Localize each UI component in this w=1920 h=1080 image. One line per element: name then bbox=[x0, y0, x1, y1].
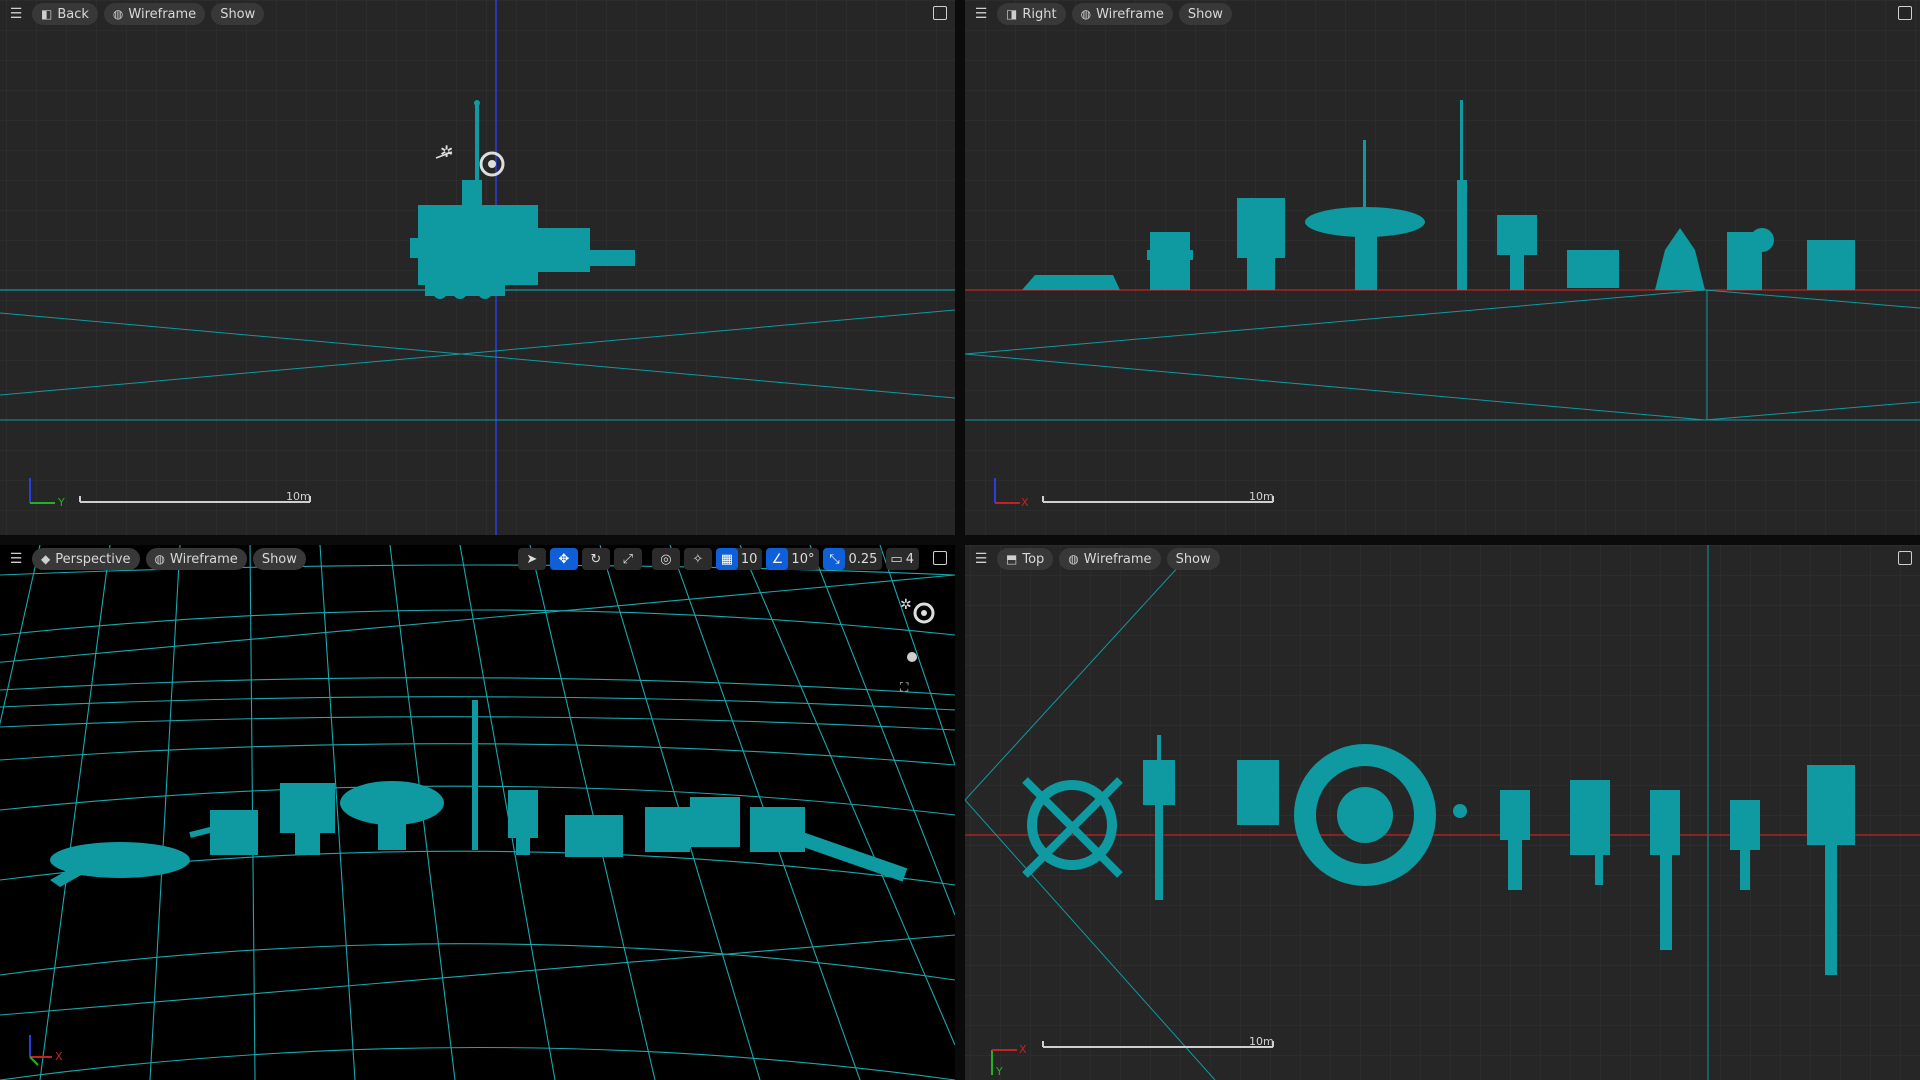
view-mode-label: Wireframe bbox=[1083, 551, 1152, 567]
view-mode-button[interactable]: ◍ Wireframe bbox=[1071, 3, 1173, 25]
view-mode-label: Wireframe bbox=[1096, 6, 1164, 22]
axis-label-h: X bbox=[1019, 1043, 1027, 1056]
view-icon: ◧ bbox=[41, 7, 53, 21]
axis-label-h: Y bbox=[58, 496, 65, 509]
viewport-toolbar: ☰ ◨ Right ◍ Wireframe Show bbox=[965, 0, 1920, 28]
show-button[interactable]: Show bbox=[252, 548, 306, 570]
axis-label-h: X bbox=[55, 1050, 63, 1063]
back-scene: ✲ bbox=[0, 0, 955, 535]
grid-snap-icon: ▦ bbox=[715, 548, 738, 570]
select-icon[interactable]: ➤ bbox=[517, 548, 546, 570]
view-type-button[interactable]: ◆ Perspective bbox=[32, 548, 140, 570]
surface-snap-icon[interactable]: ✧ bbox=[683, 548, 712, 570]
grid-snap-toggle[interactable]: ▦ 10 bbox=[715, 548, 763, 570]
view-type-label: Back bbox=[57, 6, 89, 22]
maximize-icon[interactable] bbox=[933, 6, 947, 20]
view-type-label: Top bbox=[1022, 551, 1045, 567]
view-mode-button[interactable]: ◍ Wireframe bbox=[145, 548, 247, 570]
wireframe-icon: ◍ bbox=[1068, 552, 1079, 566]
viewport-top[interactable]: X Y 10m ☰ ⬒ Top ◍ Wireframe Show bbox=[965, 545, 1920, 1080]
wireframe-icon: ◍ bbox=[1080, 7, 1092, 21]
view-mode-label: Wireframe bbox=[128, 6, 197, 22]
grid-snap-value: 10 bbox=[740, 551, 758, 567]
viewport-back[interactable]: ✲ Y 10m ☰ ◧ Back ◍ Wireframe Show bbox=[0, 0, 955, 535]
rotate-icon[interactable]: ↻ bbox=[581, 548, 610, 570]
top-scene bbox=[965, 545, 1920, 1080]
scale-snap-value: 0.25 bbox=[848, 551, 878, 567]
cube-icon: ◆ bbox=[41, 552, 51, 566]
translate-icon[interactable]: ✥ bbox=[549, 548, 578, 570]
menu-icon[interactable]: ☰ bbox=[6, 549, 26, 569]
view-mode-button[interactable]: ◍ Wireframe bbox=[1059, 548, 1161, 570]
viewport-toolbar: ☰ ⬒ Top ◍ Wireframe Show bbox=[965, 545, 1920, 573]
wireframe-icon: ◍ bbox=[112, 7, 124, 21]
scale-icon[interactable]: ⤢ bbox=[613, 548, 642, 570]
camera-speed-button[interactable]: ▭ 4 bbox=[886, 548, 919, 570]
show-label: Show bbox=[220, 6, 256, 22]
maximize-icon[interactable] bbox=[1898, 551, 1912, 565]
rotation-snap-value: 10° bbox=[791, 551, 815, 567]
view-type-button[interactable]: ◨ Right bbox=[997, 3, 1066, 25]
right-scene bbox=[965, 0, 1920, 535]
view-type-button[interactable]: ◧ Back bbox=[32, 3, 98, 25]
view-type-label: Perspective bbox=[55, 551, 131, 567]
axis-label-v: Y bbox=[996, 1065, 1003, 1078]
show-button[interactable]: Show bbox=[1178, 3, 1232, 25]
maximize-icon[interactable] bbox=[933, 551, 947, 565]
view-icon: ◨ bbox=[1006, 7, 1018, 21]
view-mode-label: Wireframe bbox=[170, 551, 238, 567]
scale-snap-icon: ⤡ bbox=[823, 548, 846, 570]
viewport-right[interactable]: X 10m ☰ ◨ Right ◍ Wireframe Show bbox=[965, 0, 1920, 535]
world-icon[interactable]: ◎ bbox=[651, 548, 680, 570]
transform-toolbar: ➤ ✥ ↻ ⤢ ◎ ✧ ▦ 10 ∠ 10° ⤡ 0.25 ▭ 4 bbox=[517, 548, 919, 570]
menu-icon[interactable]: ☰ bbox=[971, 549, 991, 569]
turret-row-perspective bbox=[50, 700, 908, 887]
maximize-icon[interactable] bbox=[1898, 6, 1912, 20]
scale-label: 10m bbox=[1249, 1035, 1274, 1048]
menu-icon[interactable]: ☰ bbox=[971, 4, 991, 24]
show-label: Show bbox=[261, 551, 297, 567]
wireframe-icon: ◍ bbox=[154, 552, 166, 566]
viewport-perspective[interactable]: ✲ ⛶ X ☰ ◆ Perspective ◍ Wireframe Show ➤ ✥… bbox=[0, 545, 955, 1080]
show-label: Show bbox=[1187, 6, 1223, 22]
svg-text:✲: ✲ bbox=[900, 597, 912, 613]
view-icon: ⬒ bbox=[1006, 552, 1018, 566]
camera-speed-icon: ▭ bbox=[890, 551, 903, 567]
show-button[interactable]: Show bbox=[211, 3, 265, 25]
show-button[interactable]: Show bbox=[1166, 548, 1220, 570]
viewport-toolbar: ☰ ◧ Back ◍ Wireframe Show bbox=[0, 0, 955, 28]
svg-text:⛶: ⛶ bbox=[899, 680, 909, 694]
scale-snap-toggle[interactable]: ⤡ 0.25 bbox=[823, 548, 883, 570]
axis-label-h: X bbox=[1021, 496, 1029, 509]
show-label: Show bbox=[1175, 551, 1211, 567]
perspective-scene: ✲ ⛶ bbox=[0, 545, 955, 1080]
rotation-snap-toggle[interactable]: ∠ 10° bbox=[766, 548, 820, 570]
rotation-snap-icon: ∠ bbox=[766, 548, 789, 570]
scale-label: 10m bbox=[286, 490, 311, 503]
menu-icon[interactable]: ☰ bbox=[6, 4, 26, 24]
view-type-label: Right bbox=[1022, 6, 1057, 22]
view-type-button[interactable]: ⬒ Top bbox=[997, 548, 1054, 570]
camera-speed-value: 4 bbox=[905, 551, 914, 567]
scale-label: 10m bbox=[1249, 490, 1274, 503]
view-mode-button[interactable]: ◍ Wireframe bbox=[103, 3, 206, 25]
